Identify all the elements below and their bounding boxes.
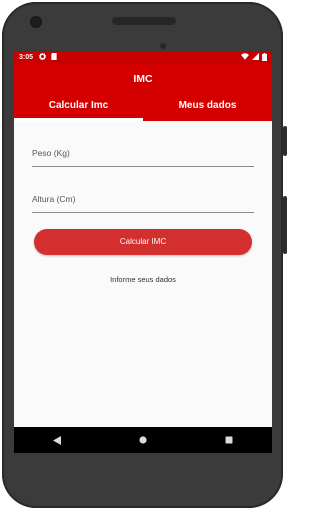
weight-input[interactable] (32, 148, 254, 158)
result-text: Informe seus dados (110, 275, 176, 284)
imc-form: Calcular IMC Informe seus dados (14, 121, 272, 284)
app-title: IMC (133, 73, 153, 85)
recents-icon[interactable] (214, 430, 244, 450)
tab-calcular-imc[interactable]: Calcular Imc (14, 95, 143, 121)
back-icon[interactable] (42, 430, 72, 450)
height-input[interactable] (32, 194, 254, 204)
tab-bar: Calcular Imc Meus dados (14, 95, 272, 121)
earpiece-speaker (112, 17, 176, 25)
weight-field (32, 121, 254, 167)
status-bar: 3:05 (14, 51, 272, 64)
wifi-icon (241, 53, 249, 62)
battery-icon (262, 52, 267, 63)
tab-meus-dados[interactable]: Meus dados (143, 95, 272, 121)
signal-icon (252, 53, 259, 62)
sd-card-icon (51, 53, 57, 62)
front-camera (30, 16, 42, 28)
home-icon[interactable] (128, 430, 158, 450)
gear-icon (38, 52, 47, 62)
proximity-sensor (160, 43, 166, 49)
app-bar: IMC Calcular Imc Meus dados (14, 64, 272, 121)
power-button[interactable] (283, 126, 287, 156)
volume-button[interactable] (283, 196, 287, 254)
system-nav-bar (14, 427, 272, 453)
height-field (32, 167, 254, 213)
calculate-imc-button[interactable]: Calcular IMC (34, 229, 252, 255)
status-time: 3:05 (19, 54, 34, 61)
app-screen: 3:05 IMC Calcular Imc Meus dados Peso (K… (14, 51, 272, 451)
